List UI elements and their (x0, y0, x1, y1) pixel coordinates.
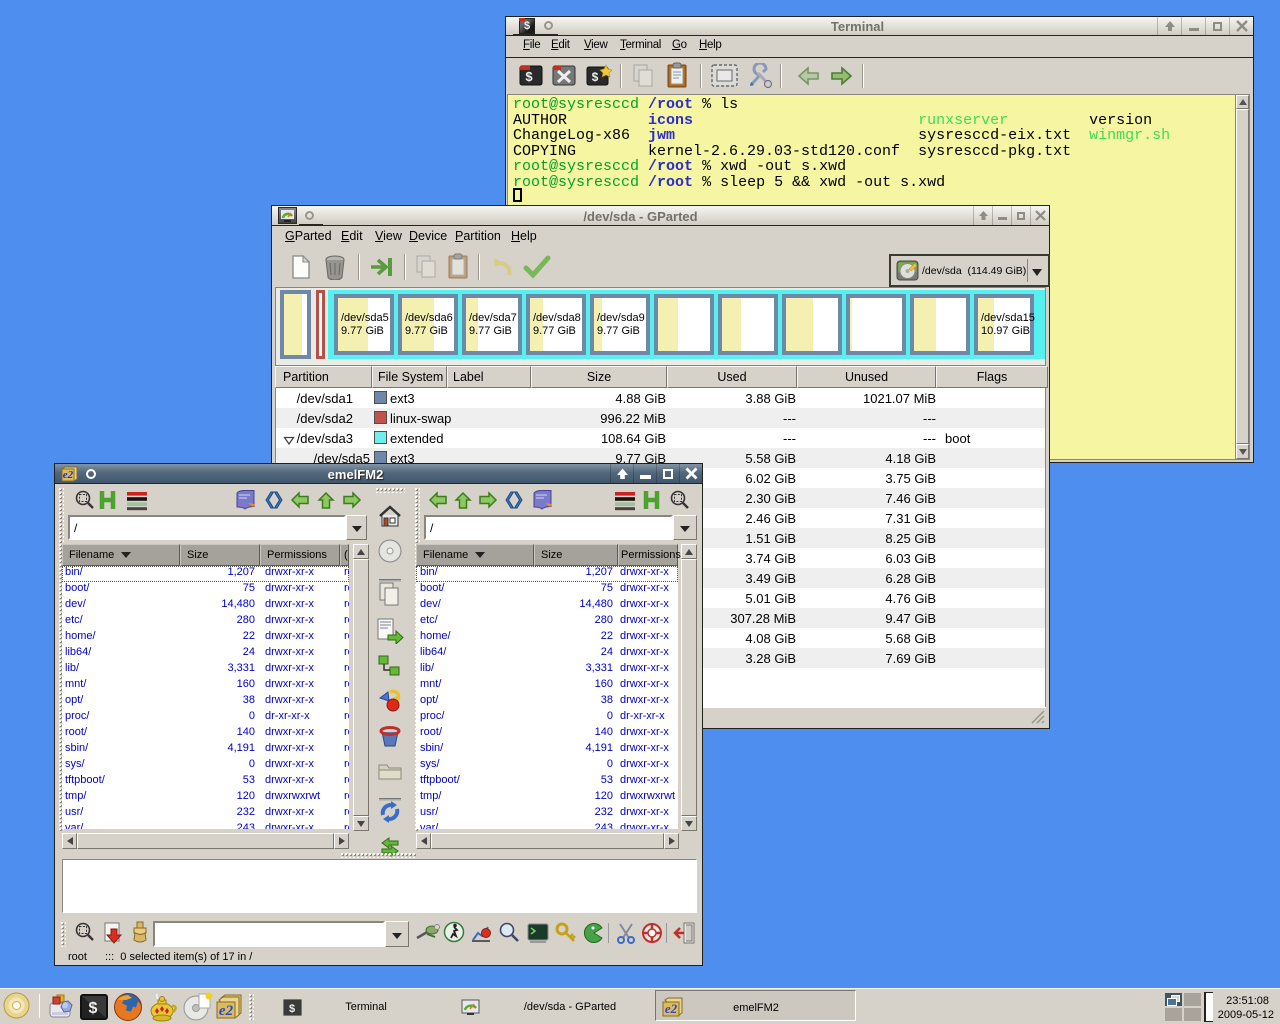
svg-text:$: $ (525, 69, 533, 84)
svg-text:e2: e2 (219, 1003, 234, 1019)
svg-text:$: $ (592, 70, 599, 84)
svg-text:e2: e2 (665, 1001, 678, 1016)
svg-text:$: $ (289, 1003, 295, 1015)
svg-text:$: $ (89, 1000, 98, 1017)
